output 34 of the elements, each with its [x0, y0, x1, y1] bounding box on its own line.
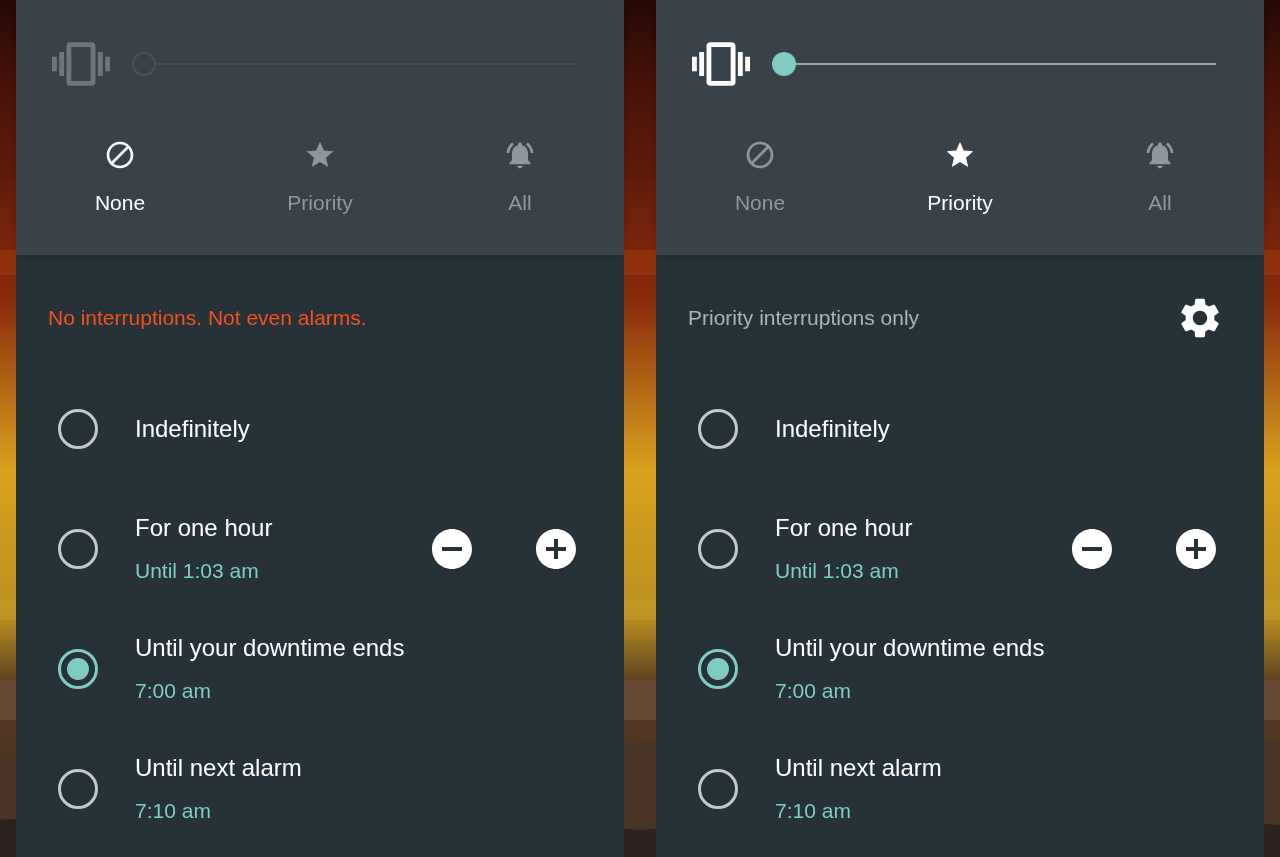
option-time: 7:10 am	[135, 797, 212, 824]
option-title: For one hour	[775, 512, 914, 543]
status-text: No interruptions. Not even alarms.	[48, 305, 367, 332]
slider-thumb[interactable]	[772, 52, 796, 76]
radio-button[interactable]	[698, 649, 738, 689]
vibrate-slider[interactable]	[772, 52, 1216, 76]
option-title: Until your downtime ends	[775, 632, 1046, 663]
mode-tab[interactable]: None	[20, 139, 220, 218]
option-time: Until 1:03 am	[775, 557, 900, 584]
option-title: Indefinitely	[775, 414, 891, 444]
option-title: For one hour	[135, 512, 274, 543]
radio-button[interactable]	[58, 649, 98, 689]
radio-button[interactable]	[58, 409, 98, 449]
option-title: Until next alarm	[135, 752, 303, 783]
option-time: 7:00 am	[775, 677, 852, 704]
option-title: Until your downtime ends	[135, 632, 406, 663]
radio-button[interactable]	[698, 769, 738, 809]
mode-tab[interactable]: None	[660, 139, 860, 218]
block-icon	[104, 139, 136, 171]
option-title: Indefinitely	[135, 414, 251, 444]
radio-button[interactable]	[698, 529, 738, 569]
mode-tab[interactable]: Priority	[860, 139, 1060, 218]
block-icon	[744, 139, 776, 171]
radio-button[interactable]	[698, 409, 738, 449]
mode-tab[interactable]: Priority	[220, 139, 420, 218]
radio-button[interactable]	[58, 529, 98, 569]
option-time: 7:00 am	[135, 677, 212, 704]
option-time: Until 1:03 am	[135, 557, 260, 584]
option-time: 7:10 am	[775, 797, 852, 824]
mode-tab[interactable]: All	[1060, 139, 1260, 218]
status-text: Priority interruptions only	[688, 305, 920, 332]
option-title: Until next alarm	[775, 752, 943, 783]
radio-button[interactable]	[58, 769, 98, 809]
mode-tab[interactable]: All	[420, 139, 620, 218]
